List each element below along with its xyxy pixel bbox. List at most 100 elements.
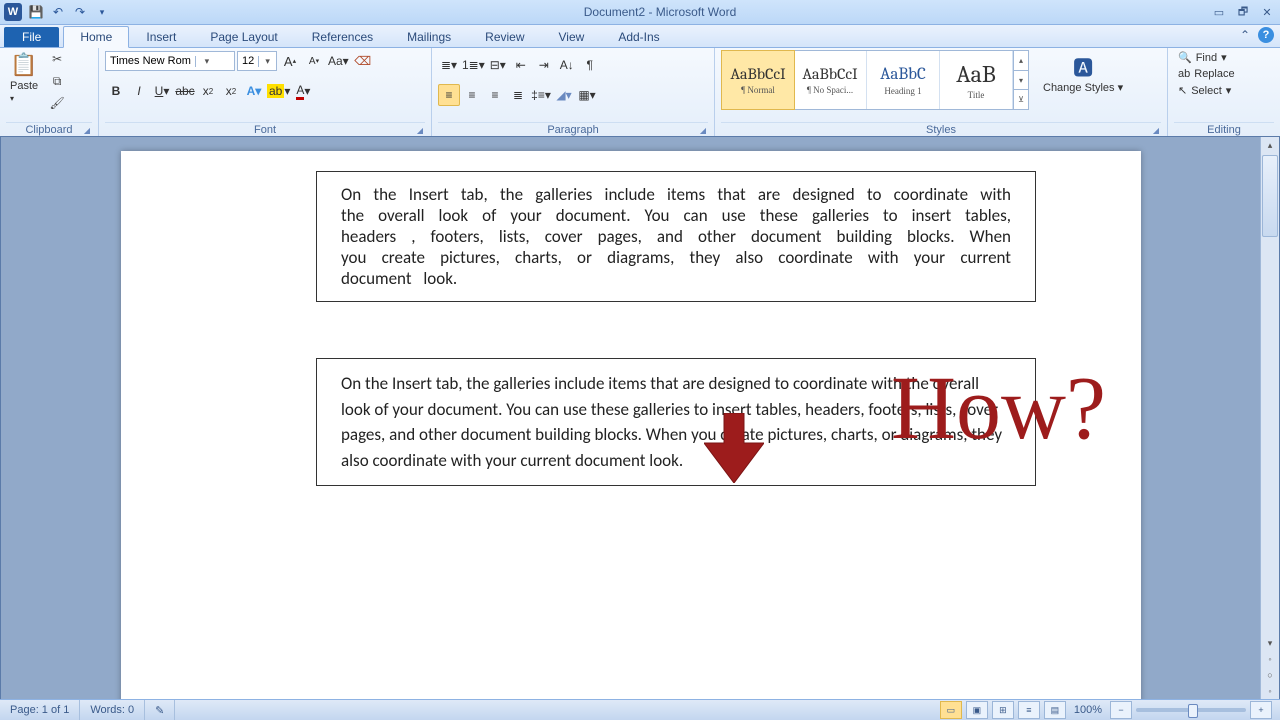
redo-icon[interactable]: ↷ <box>72 4 88 20</box>
tab-insert[interactable]: Insert <box>129 26 193 47</box>
subscript-button[interactable]: x2 <box>197 80 219 102</box>
zoom-in-button[interactable]: + <box>1250 701 1272 719</box>
style-heading1[interactable]: AaBbCHeading 1 <box>867 51 940 109</box>
save-icon[interactable]: 💾 <box>28 4 44 20</box>
scroll-thumb[interactable] <box>1262 155 1278 237</box>
font-launcher-icon[interactable]: ◢ <box>415 126 425 136</box>
change-case-icon[interactable]: Aa▾ <box>327 50 350 72</box>
proofing-icon[interactable]: ✎ <box>145 700 175 720</box>
minimize-button[interactable]: ▭ <box>1210 5 1228 19</box>
zoom-slider[interactable] <box>1136 708 1246 712</box>
zoom-out-button[interactable]: − <box>1110 701 1132 719</box>
justify-button[interactable]: ≣ <box>507 84 529 106</box>
tab-mailings[interactable]: Mailings <box>390 26 468 47</box>
decrease-indent-icon[interactable]: ⇤ <box>510 54 532 76</box>
italic-button[interactable]: I <box>128 80 150 102</box>
bullets-icon[interactable]: ≣▾ <box>438 54 460 76</box>
app-icon: W <box>4 3 22 21</box>
next-page-icon[interactable]: ◦ <box>1267 683 1272 699</box>
underline-button[interactable]: U▾ <box>151 80 173 102</box>
increase-indent-icon[interactable]: ⇥ <box>533 54 555 76</box>
borders-icon[interactable]: ▦▾ <box>576 84 598 106</box>
minimize-ribbon-icon[interactable]: ⌃ <box>1240 28 1250 42</box>
restore-button[interactable]: 🗗 <box>1234 5 1252 19</box>
paragraph-group-label: Paragraph <box>547 124 598 136</box>
tab-page-layout[interactable]: Page Layout <box>193 26 294 47</box>
superscript-button[interactable]: x2 <box>220 80 242 102</box>
style-no-spacing[interactable]: AaBbCcI¶ No Spaci... <box>794 51 867 109</box>
paragraph-launcher-icon[interactable]: ◢ <box>698 126 708 136</box>
style-title[interactable]: AaBTitle <box>940 51 1013 109</box>
clipboard-group-label: Clipboard <box>25 124 72 136</box>
styles-launcher-icon[interactable]: ◢ <box>1151 126 1161 136</box>
undo-icon[interactable]: ↶ <box>50 4 66 20</box>
replace-button[interactable]: abReplace <box>1174 67 1239 81</box>
line-spacing-icon[interactable]: ‡≡▾ <box>530 84 552 106</box>
tab-view[interactable]: View <box>542 26 602 47</box>
font-group-label: Font <box>254 124 276 136</box>
strikethrough-button[interactable]: abc <box>174 80 196 102</box>
paste-label: Paste <box>10 80 38 92</box>
shrink-font-icon[interactable]: A▾ <box>303 50 325 72</box>
align-right-button[interactable]: ≡ <box>484 84 506 106</box>
tab-home[interactable]: Home <box>63 26 129 48</box>
font-size-combo[interactable]: 12▾ <box>237 51 277 71</box>
tab-review[interactable]: Review <box>468 26 541 47</box>
page-indicator[interactable]: Page: 1 of 1 <box>0 700 80 720</box>
paste-button[interactable]: 📋 Paste▾ <box>6 50 42 106</box>
sort-icon[interactable]: A↓ <box>556 54 578 76</box>
numbering-icon[interactable]: 1≣▾ <box>461 54 486 76</box>
font-family-combo[interactable]: Times New Rom▾ <box>105 51 235 71</box>
select-button[interactable]: ↖Select ▾ <box>1174 83 1239 98</box>
help-icon[interactable]: ? <box>1258 27 1274 43</box>
file-tab[interactable]: File <box>4 27 59 47</box>
document-page[interactable]: On the Insert tab, the galleries include… <box>121 151 1141 699</box>
text-effects-icon[interactable]: A▾ <box>243 80 265 102</box>
change-styles-icon: 🅰 <box>1073 52 1093 81</box>
change-styles-label: Change Styles <box>1043 82 1115 94</box>
text-box-before[interactable]: On the Insert tab, the galleries include… <box>316 171 1036 302</box>
tab-references[interactable]: References <box>295 26 390 47</box>
cut-icon[interactable]: ✂ <box>48 50 66 68</box>
highlight-icon[interactable]: ab▾ <box>266 80 291 102</box>
align-center-button[interactable]: ≡ <box>461 84 483 106</box>
find-button[interactable]: 🔍Find ▾ <box>1174 50 1239 65</box>
vertical-scrollbar[interactable]: ▴ ▾ ◦ ○ ◦ <box>1260 137 1279 699</box>
outline-view-button[interactable]: ≡ <box>1018 701 1040 719</box>
format-painter-icon[interactable]: 🖌 <box>48 94 66 112</box>
scroll-up-icon[interactable]: ▴ <box>1261 137 1279 153</box>
title-bar: W 💾 ↶ ↷ ▾ Document2 - Microsoft Word ▭ 🗗… <box>0 0 1280 25</box>
browse-object-icon[interactable]: ○ <box>1267 667 1272 683</box>
down-arrow-shape <box>704 413 764 483</box>
align-left-button[interactable]: ≡ <box>438 84 460 106</box>
shading-icon[interactable]: ◢▾ <box>553 84 575 106</box>
zoom-level[interactable]: 100% <box>1074 704 1102 716</box>
prev-page-icon[interactable]: ◦ <box>1267 651 1272 667</box>
gallery-scroll-down-icon[interactable]: ▾ <box>1014 71 1028 91</box>
show-hide-icon[interactable]: ¶ <box>579 54 601 76</box>
full-screen-view-button[interactable]: ▣ <box>966 701 988 719</box>
document-area: On the Insert tab, the galleries include… <box>0 136 1280 700</box>
qat-customize-icon[interactable]: ▾ <box>94 4 110 20</box>
zoom-slider-knob[interactable] <box>1188 704 1198 718</box>
clipboard-icon: 📋 <box>10 52 37 78</box>
change-styles-button[interactable]: 🅰 Change Styles ▾ <box>1039 50 1127 96</box>
word-count[interactable]: Words: 0 <box>80 700 145 720</box>
gallery-expand-icon[interactable]: ⊻ <box>1014 90 1028 109</box>
gallery-scroll-up-icon[interactable]: ▴ <box>1014 51 1028 71</box>
web-layout-view-button[interactable]: ⊞ <box>992 701 1014 719</box>
style-normal[interactable]: AaBbCcI¶ Normal <box>721 50 795 110</box>
draft-view-button[interactable]: ▤ <box>1044 701 1066 719</box>
print-layout-view-button[interactable]: ▭ <box>940 701 962 719</box>
font-color-icon[interactable]: A▾ <box>292 80 314 102</box>
multilevel-list-icon[interactable]: ⊟▾ <box>487 54 509 76</box>
grow-font-icon[interactable]: A▴ <box>279 50 301 72</box>
scroll-down-icon[interactable]: ▾ <box>1261 635 1279 651</box>
bold-button[interactable]: B <box>105 80 127 102</box>
clipboard-launcher-icon[interactable]: ◢ <box>82 126 92 136</box>
window-title: Document2 - Microsoft Word <box>110 5 1210 19</box>
clear-formatting-icon[interactable]: ⌫ <box>352 50 374 72</box>
close-button[interactable]: ✕ <box>1258 5 1276 19</box>
tab-addins[interactable]: Add-Ins <box>601 26 676 47</box>
copy-icon[interactable]: ⧉ <box>48 72 66 90</box>
